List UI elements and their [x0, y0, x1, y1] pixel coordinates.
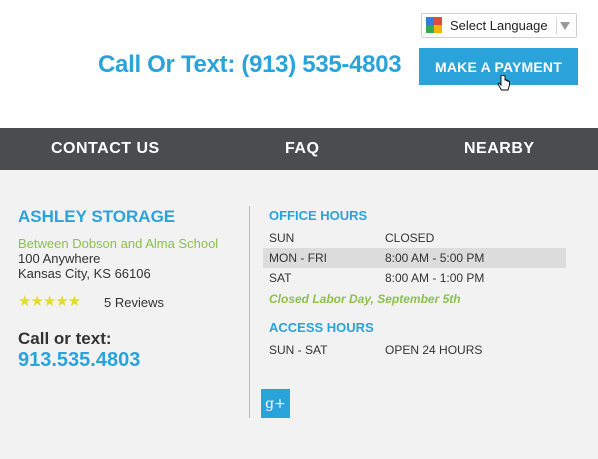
rating-stars: ★★★★★ — [18, 293, 81, 310]
access-hours-row: SUN - SAT OPEN 24 HOURS — [263, 340, 566, 360]
dropdown-arrow-icon[interactable] — [560, 22, 570, 30]
language-select[interactable]: Select Language — [421, 13, 577, 38]
hours-time: 8:00 AM - 5:00 PM — [385, 251, 485, 265]
office-hours-row: SUN CLOSED — [263, 228, 566, 248]
reviews-link[interactable]: 5 Reviews — [104, 295, 164, 310]
office-hours-heading: OFFICE HOURS — [269, 208, 368, 223]
address-line-1: 100 Anywhere — [18, 251, 101, 266]
language-select-label: Select Language — [450, 18, 548, 33]
call-or-text-heading[interactable]: Call Or Text: (913) 535-4803 — [98, 51, 402, 79]
nav-item-contact-us[interactable]: CONTACT US — [51, 128, 160, 170]
phone-number[interactable]: 913.535.4803 — [18, 349, 140, 372]
hours-day: SUN — [269, 231, 295, 245]
hand-cursor-icon — [497, 75, 510, 91]
google-plus-icon[interactable]: g+ — [261, 389, 290, 418]
call-label: Call or text: — [18, 329, 112, 348]
google-translate-icon — [426, 17, 443, 34]
main-nav: CONTACT US FAQ NEARBY — [0, 128, 598, 170]
hours-day: SUN - SAT — [269, 343, 328, 357]
address-line-2: Kansas City, KS 66106 — [18, 266, 151, 281]
cross-streets: Between Dobson and Alma School — [18, 236, 219, 251]
office-hours-row: MON - FRI 8:00 AM - 5:00 PM — [263, 248, 566, 268]
hours-day: SAT — [269, 271, 292, 285]
nav-item-nearby[interactable]: NEARBY — [464, 128, 535, 170]
column-divider — [249, 206, 250, 418]
access-hours-heading: ACCESS HOURS — [269, 320, 374, 335]
nav-item-faq[interactable]: FAQ — [285, 128, 319, 170]
language-select-separator — [556, 17, 557, 34]
hours-time: OPEN 24 HOURS — [385, 343, 483, 357]
location-name[interactable]: ASHLEY STORAGE — [18, 207, 175, 227]
office-hours-row: SAT 8:00 AM - 1:00 PM — [263, 268, 566, 288]
page-header: Select Language Call Or Text: (913) 535-… — [0, 0, 598, 128]
hours-time: 8:00 AM - 1:00 PM — [385, 271, 485, 285]
hours-time: CLOSED — [385, 231, 435, 245]
holiday-note: Closed Labor Day, September 5th — [269, 292, 461, 306]
hours-day: MON - FRI — [269, 251, 327, 265]
